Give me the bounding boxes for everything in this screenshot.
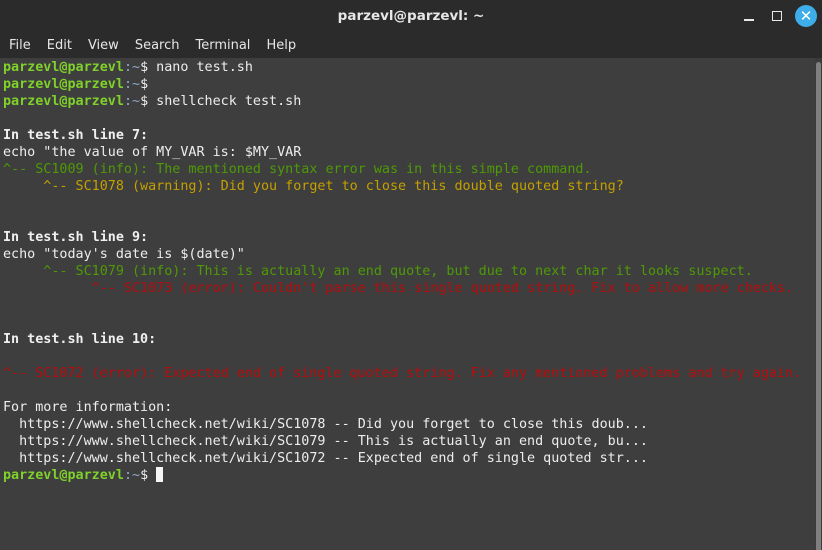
menu-search[interactable]: Search bbox=[130, 38, 185, 53]
menu-edit[interactable]: Edit bbox=[42, 38, 77, 53]
prompt-line: parzevl@parzevl:~$ nano test.sh bbox=[3, 59, 801, 76]
info-message: ^-- SC1079 (info): This is actually an e… bbox=[3, 263, 801, 280]
error-message: ^-- SC1073 (error): Couldn't parse this … bbox=[3, 280, 801, 297]
line-text: For more information: bbox=[3, 400, 173, 415]
prompt-symbol: $ bbox=[140, 94, 149, 109]
menu-view[interactable]: View bbox=[83, 38, 124, 53]
prompt-user-host: parzevl@parzevl bbox=[3, 94, 124, 109]
line-text: ^-- SC1072 (error): Expected end of sing… bbox=[3, 366, 802, 381]
output-line: echo "today's date is $(date)" bbox=[3, 246, 801, 263]
command-text bbox=[148, 468, 156, 483]
file-line-header: In test.sh line 7: bbox=[3, 127, 801, 144]
prompt-symbol: $ bbox=[140, 77, 149, 92]
prompt-separator: : bbox=[123, 77, 132, 92]
prompt-path: ~ bbox=[132, 77, 141, 92]
info-message: ^-- SC1009 (info): The mentioned syntax … bbox=[3, 161, 801, 178]
prompt-separator: : bbox=[123, 60, 132, 75]
prompt-symbol: $ bbox=[140, 60, 149, 75]
line-text: ^-- SC1009 (info): The mentioned syntax … bbox=[3, 162, 592, 177]
line-text: ^-- SC1078 (warning): Did you forget to … bbox=[3, 179, 624, 194]
file-line-header: In test.sh line 10: bbox=[3, 331, 801, 348]
line-text: https://www.shellcheck.net/wiki/SC1079 -… bbox=[3, 434, 648, 449]
prompt-line: parzevl@parzevl:~$ shellcheck test.sh bbox=[3, 93, 801, 110]
title-bar[interactable]: parzevl@parzevl: ~ ✕ bbox=[0, 0, 822, 32]
command-text: shellcheck test.sh bbox=[148, 94, 302, 109]
prompt-user-host: parzevl@parzevl bbox=[3, 60, 124, 75]
menu-file[interactable]: File bbox=[4, 38, 36, 53]
scrollbar[interactable] bbox=[815, 58, 822, 550]
prompt-symbol: $ bbox=[140, 468, 149, 483]
output-line: For more information: bbox=[3, 399, 801, 416]
terminal-lines: parzevl@parzevl:~$ nano test.sh parzevl@p… bbox=[3, 59, 801, 484]
command-text: nano test.sh bbox=[148, 60, 253, 75]
minimize-button[interactable] bbox=[738, 5, 760, 27]
prompt-separator: : bbox=[123, 468, 132, 483]
line-text: echo "the value of MY_VAR is: $MY_VAR bbox=[3, 145, 302, 160]
line-text: In test.sh line 7: bbox=[3, 128, 149, 143]
line-text: ^-- SC1073 (error): Couldn't parse this … bbox=[3, 281, 794, 296]
prompt-separator: : bbox=[123, 94, 132, 109]
line-text: ^-- SC1079 (info): This is actually an e… bbox=[3, 264, 753, 279]
prompt-path: ~ bbox=[132, 468, 141, 483]
terminal-cursor[interactable] bbox=[156, 467, 164, 482]
scrollbar-thumb[interactable] bbox=[816, 62, 821, 550]
prompt-path: ~ bbox=[132, 94, 141, 109]
maximize-icon bbox=[772, 11, 782, 21]
menu-bar: File Edit View Search Terminal Help bbox=[0, 32, 822, 58]
menu-help[interactable]: Help bbox=[261, 38, 301, 53]
close-icon: ✕ bbox=[799, 7, 813, 25]
warning-message: ^-- SC1078 (warning): Did you forget to … bbox=[3, 178, 801, 195]
prompt-path: ~ bbox=[132, 60, 141, 75]
output-line: echo "the value of MY_VAR is: $MY_VAR bbox=[3, 144, 801, 161]
prompt-line: parzevl@parzevl:~$ bbox=[3, 76, 801, 93]
minimize-icon bbox=[744, 19, 754, 21]
maximize-button[interactable] bbox=[766, 5, 788, 27]
output-line: https://www.shellcheck.net/wiki/SC1079 -… bbox=[3, 433, 801, 450]
error-message: ^-- SC1072 (error): Expected end of sing… bbox=[3, 365, 801, 382]
prompt-user-host: parzevl@parzevl bbox=[3, 468, 124, 483]
line-text: https://www.shellcheck.net/wiki/SC1078 -… bbox=[3, 417, 648, 432]
file-line-header: In test.sh line 9: bbox=[3, 229, 801, 246]
menu-terminal[interactable]: Terminal bbox=[190, 38, 255, 53]
output-line: https://www.shellcheck.net/wiki/SC1072 -… bbox=[3, 450, 801, 467]
line-text: https://www.shellcheck.net/wiki/SC1072 -… bbox=[3, 451, 648, 466]
output-line: https://www.shellcheck.net/wiki/SC1078 -… bbox=[3, 416, 801, 433]
line-text: In test.sh line 10: bbox=[3, 332, 157, 347]
window-title: parzevl@parzevl: ~ bbox=[337, 8, 485, 24]
terminal-window: parzevl@parzevl: ~ ✕ File Edit View Sear… bbox=[0, 0, 822, 550]
line-text: echo "today's date is $(date)" bbox=[3, 247, 245, 262]
terminal-output-area[interactable]: parzevl@parzevl:~$ nano test.sh parzevl@p… bbox=[0, 58, 815, 550]
prompt-line: parzevl@parzevl:~$ bbox=[3, 467, 801, 484]
prompt-user-host: parzevl@parzevl bbox=[3, 77, 124, 92]
line-text: In test.sh line 9: bbox=[3, 230, 149, 245]
close-button[interactable]: ✕ bbox=[795, 5, 817, 27]
